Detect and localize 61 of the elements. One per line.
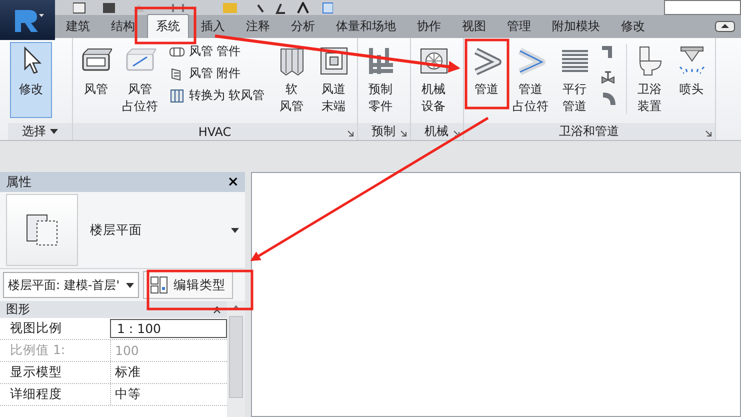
property-label: 视图比例 bbox=[9, 319, 63, 337]
ribbon-tab[interactable]: 视图 bbox=[453, 14, 495, 38]
property-label: 比例值 1: bbox=[9, 341, 66, 359]
collapse-icon[interactable] bbox=[213, 306, 221, 314]
ribbon-tab[interactable]: 结构 bbox=[102, 14, 144, 38]
ribbon-tab[interactable]: 体量和场地 bbox=[327, 14, 405, 38]
ribbon-button[interactable]: 管道 占位符 bbox=[508, 42, 554, 118]
dialog-launcher-icon[interactable] bbox=[346, 130, 354, 137]
floor-plan-icon bbox=[25, 213, 59, 247]
ribbon-tab[interactable]: 系统 bbox=[147, 14, 189, 38]
ribbon-tab[interactable]: 修改 bbox=[612, 14, 654, 38]
ribbon-button[interactable]: 管道 bbox=[466, 42, 508, 118]
edit-type-button[interactable]: 编辑类型 bbox=[142, 271, 232, 299]
ribbon-tab[interactable]: 协作 bbox=[408, 14, 450, 38]
dialog-launcher-icon[interactable] bbox=[400, 130, 407, 137]
panel-label: 预制 bbox=[372, 123, 396, 140]
ribbon-button[interactable]: 风管 bbox=[74, 42, 117, 118]
dialog-launcher-icon[interactable] bbox=[452, 130, 460, 137]
ribbon-tab[interactable]: 分析 bbox=[282, 14, 324, 38]
minimize-ribbon-icon[interactable] bbox=[715, 21, 735, 32]
ribbon-button[interactable]: 风管 占位符 bbox=[116, 42, 163, 118]
panel-label: 选择 bbox=[22, 123, 46, 140]
panel-label: HVAC bbox=[198, 124, 232, 138]
panel-title: 属性 bbox=[6, 174, 32, 190]
view-selector[interactable]: 楼层平面: 建模-首层' bbox=[3, 272, 138, 298]
section-title: 图形 bbox=[6, 301, 30, 318]
ribbon-small-button[interactable]: 风管 附件 bbox=[166, 64, 267, 83]
ribbon-button[interactable]: 喷头 bbox=[670, 42, 713, 118]
ribbon-button[interactable]: 修改 bbox=[10, 42, 52, 118]
dropdown-caret-icon[interactable] bbox=[126, 282, 134, 288]
property-label: 显示模型 bbox=[9, 363, 63, 381]
close-button[interactable]: × bbox=[225, 174, 241, 190]
scrollbar[interactable] bbox=[227, 301, 245, 417]
highlight-frame bbox=[464, 38, 510, 110]
ribbon-tab[interactable]: 建筑 bbox=[57, 14, 99, 38]
dropdown-caret-icon[interactable] bbox=[50, 129, 58, 134]
dialog-launcher-icon[interactable] bbox=[704, 130, 712, 137]
ribbon-small-button[interactable]: 转换为 软风管 bbox=[166, 86, 267, 105]
type-name: 楼层平面 bbox=[90, 222, 143, 238]
dropdown-caret-icon[interactable] bbox=[231, 228, 239, 232]
search-field[interactable] bbox=[664, 0, 741, 15]
ribbon-button[interactable]: 机械 设备 bbox=[412, 42, 455, 118]
edit-type-icon bbox=[150, 276, 168, 294]
highlight-frame bbox=[134, 6, 196, 44]
ribbon-button[interactable]: 平行 管道 bbox=[554, 42, 596, 118]
ribbon-tab[interactable]: 附加模块 bbox=[543, 14, 609, 38]
panel-label: 机械 bbox=[424, 123, 449, 140]
panel-label: 卫浴和管道 bbox=[559, 123, 620, 140]
application-menu-button[interactable] bbox=[0, 0, 55, 40]
ribbon-tab[interactable]: 注释 bbox=[237, 14, 279, 38]
ribbon-tab[interactable]: 管理 bbox=[498, 14, 540, 38]
ribbon-small-button[interactable]: 风管 管件 bbox=[166, 42, 267, 61]
flex-duct-icon bbox=[168, 88, 185, 104]
ribbon-button[interactable]: 预制 零件 bbox=[360, 42, 402, 118]
property-value-field[interactable]: 1 : 100 bbox=[110, 319, 227, 338]
ribbon-tab[interactable]: 插入 bbox=[192, 14, 234, 38]
ribbon-button[interactable]: 风道 末端 bbox=[312, 42, 355, 118]
property-label: 详细程度 bbox=[9, 385, 63, 403]
toolbar-icons-drawing[interactable] bbox=[73, 2, 333, 14]
ribbon-button[interactable]: 软 风管 bbox=[270, 42, 313, 118]
ribbon-button[interactable]: 卫浴 装置 bbox=[628, 42, 671, 118]
